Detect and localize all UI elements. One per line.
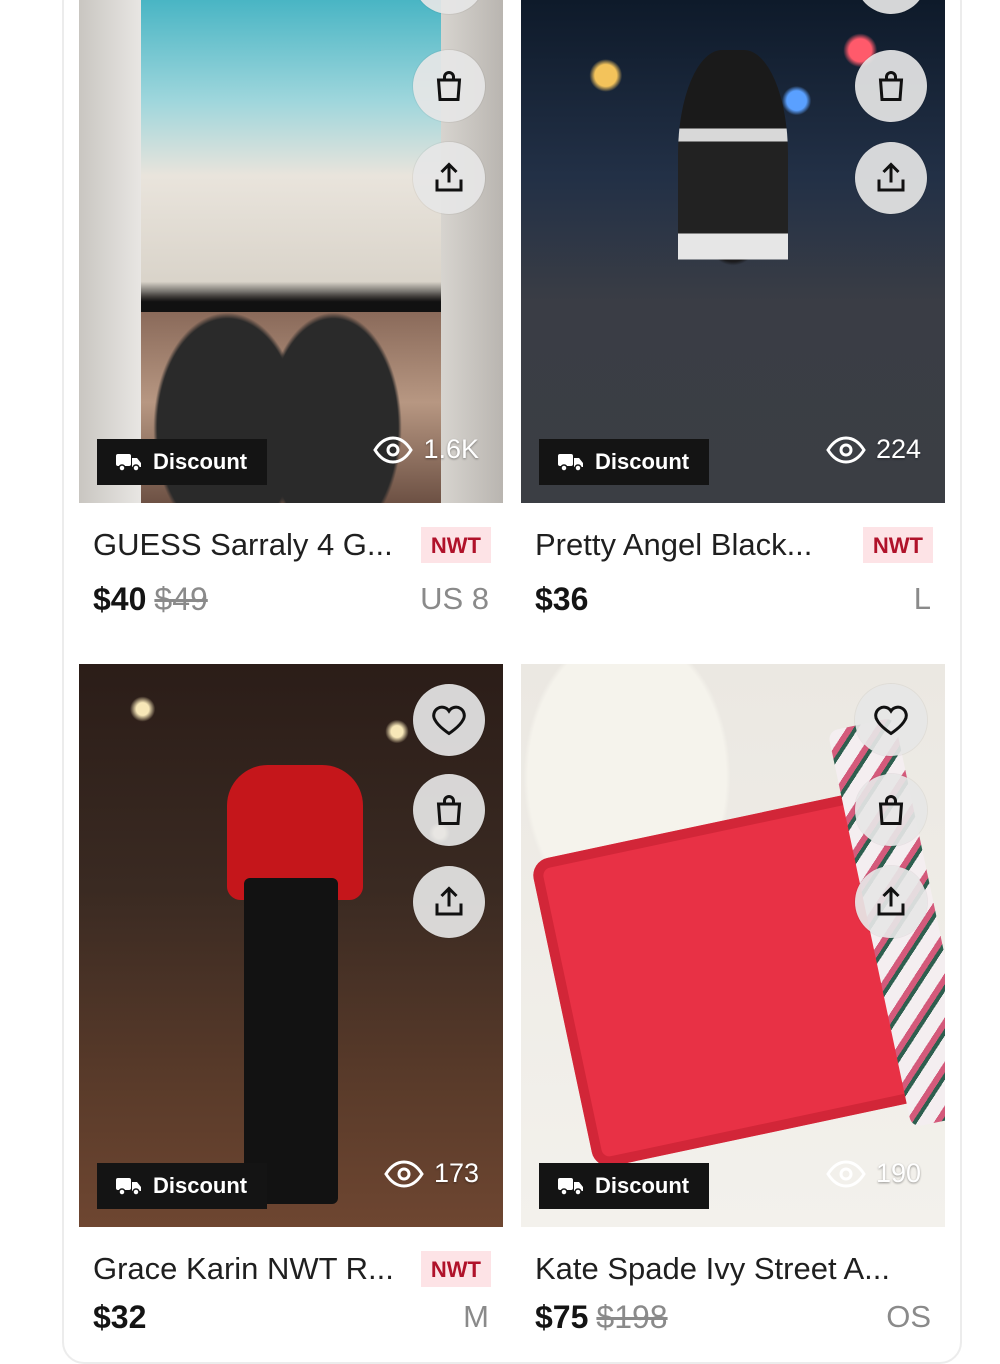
original-price: $198 bbox=[596, 1299, 668, 1335]
truck-icon bbox=[558, 454, 583, 472]
heart-icon bbox=[432, 705, 466, 736]
size-label: L bbox=[913, 581, 931, 616]
badge-label: Discount bbox=[153, 449, 248, 474]
listing-photo[interactable]: Discount 1.6K bbox=[79, 0, 503, 503]
discount-badge: Discount bbox=[539, 439, 710, 485]
badge-label: Discount bbox=[153, 1173, 248, 1198]
listing-title[interactable]: GUESS Sarraly 4 G... bbox=[93, 527, 393, 563]
view-count-value: 190 bbox=[875, 1158, 921, 1188]
truck-icon bbox=[116, 1178, 141, 1196]
share-icon bbox=[877, 886, 905, 916]
eye-icon bbox=[826, 435, 866, 464]
view-count: 173 bbox=[384, 1158, 479, 1189]
condition-tag: NWT bbox=[420, 527, 491, 563]
listing-photo[interactable]: Discount 224 bbox=[521, 0, 945, 503]
listing-title[interactable]: Grace Karin NWT R... bbox=[93, 1251, 394, 1287]
view-count: 1.6K bbox=[373, 434, 479, 465]
current-price: $40 bbox=[93, 581, 147, 617]
condition-tag: NWT bbox=[862, 527, 933, 563]
discount-badge: Discount bbox=[539, 1163, 710, 1209]
shopping-bag-icon bbox=[878, 71, 904, 101]
size-label: M bbox=[463, 1299, 489, 1334]
price: $32 bbox=[93, 1299, 146, 1336]
listing-title[interactable]: Kate Spade Ivy Street A... bbox=[535, 1251, 890, 1287]
original-price: $49 bbox=[154, 581, 208, 617]
condition-tag: NWT bbox=[420, 1251, 491, 1287]
shopping-bag-icon bbox=[878, 795, 904, 825]
view-count: 224 bbox=[826, 434, 921, 465]
share-button[interactable] bbox=[855, 866, 927, 938]
shopping-bag-icon bbox=[436, 795, 462, 825]
size-label: OS bbox=[886, 1299, 931, 1334]
like-button[interactable] bbox=[413, 684, 485, 756]
heart-icon bbox=[874, 705, 908, 736]
price: $75 $198 bbox=[535, 1299, 668, 1336]
eye-icon bbox=[384, 1159, 424, 1188]
discount-badge: Discount bbox=[97, 439, 268, 485]
badge-label: Discount bbox=[595, 449, 690, 474]
eye-icon bbox=[826, 1159, 866, 1188]
badge-label: Discount bbox=[595, 1173, 690, 1198]
eye-icon bbox=[373, 435, 414, 464]
add-to-bag-button[interactable] bbox=[413, 50, 485, 122]
price: $40 $49 bbox=[93, 581, 208, 618]
current-price: $75 bbox=[535, 1299, 589, 1335]
share-button[interactable] bbox=[413, 142, 485, 214]
add-to-bag-button[interactable] bbox=[413, 774, 485, 846]
truck-icon bbox=[558, 1178, 583, 1196]
add-to-bag-button[interactable] bbox=[855, 774, 927, 846]
truck-icon bbox=[116, 454, 141, 472]
share-icon bbox=[877, 162, 905, 192]
current-price: $32 bbox=[93, 1299, 147, 1335]
view-count: 190 bbox=[826, 1158, 921, 1189]
current-price: $36 bbox=[535, 581, 589, 617]
share-button[interactable] bbox=[413, 866, 485, 938]
price: $36 bbox=[535, 581, 588, 618]
shopping-bag-icon bbox=[436, 71, 462, 101]
share-button[interactable] bbox=[855, 142, 927, 214]
discount-badge: Discount bbox=[97, 1163, 268, 1209]
view-count-value: 1.6K bbox=[423, 434, 479, 464]
like-button[interactable] bbox=[855, 684, 927, 756]
size-label: US 8 bbox=[420, 581, 489, 616]
listing-title[interactable]: Pretty Angel Black... bbox=[535, 527, 812, 563]
share-icon bbox=[435, 162, 463, 192]
listing-photo[interactable]: Discount 190 bbox=[521, 664, 945, 1227]
listing-photo[interactable]: Discount 173 bbox=[79, 664, 503, 1227]
view-count-value: 224 bbox=[875, 434, 921, 464]
share-icon bbox=[435, 886, 463, 916]
view-count-value: 173 bbox=[433, 1158, 479, 1188]
add-to-bag-button[interactable] bbox=[855, 50, 927, 122]
